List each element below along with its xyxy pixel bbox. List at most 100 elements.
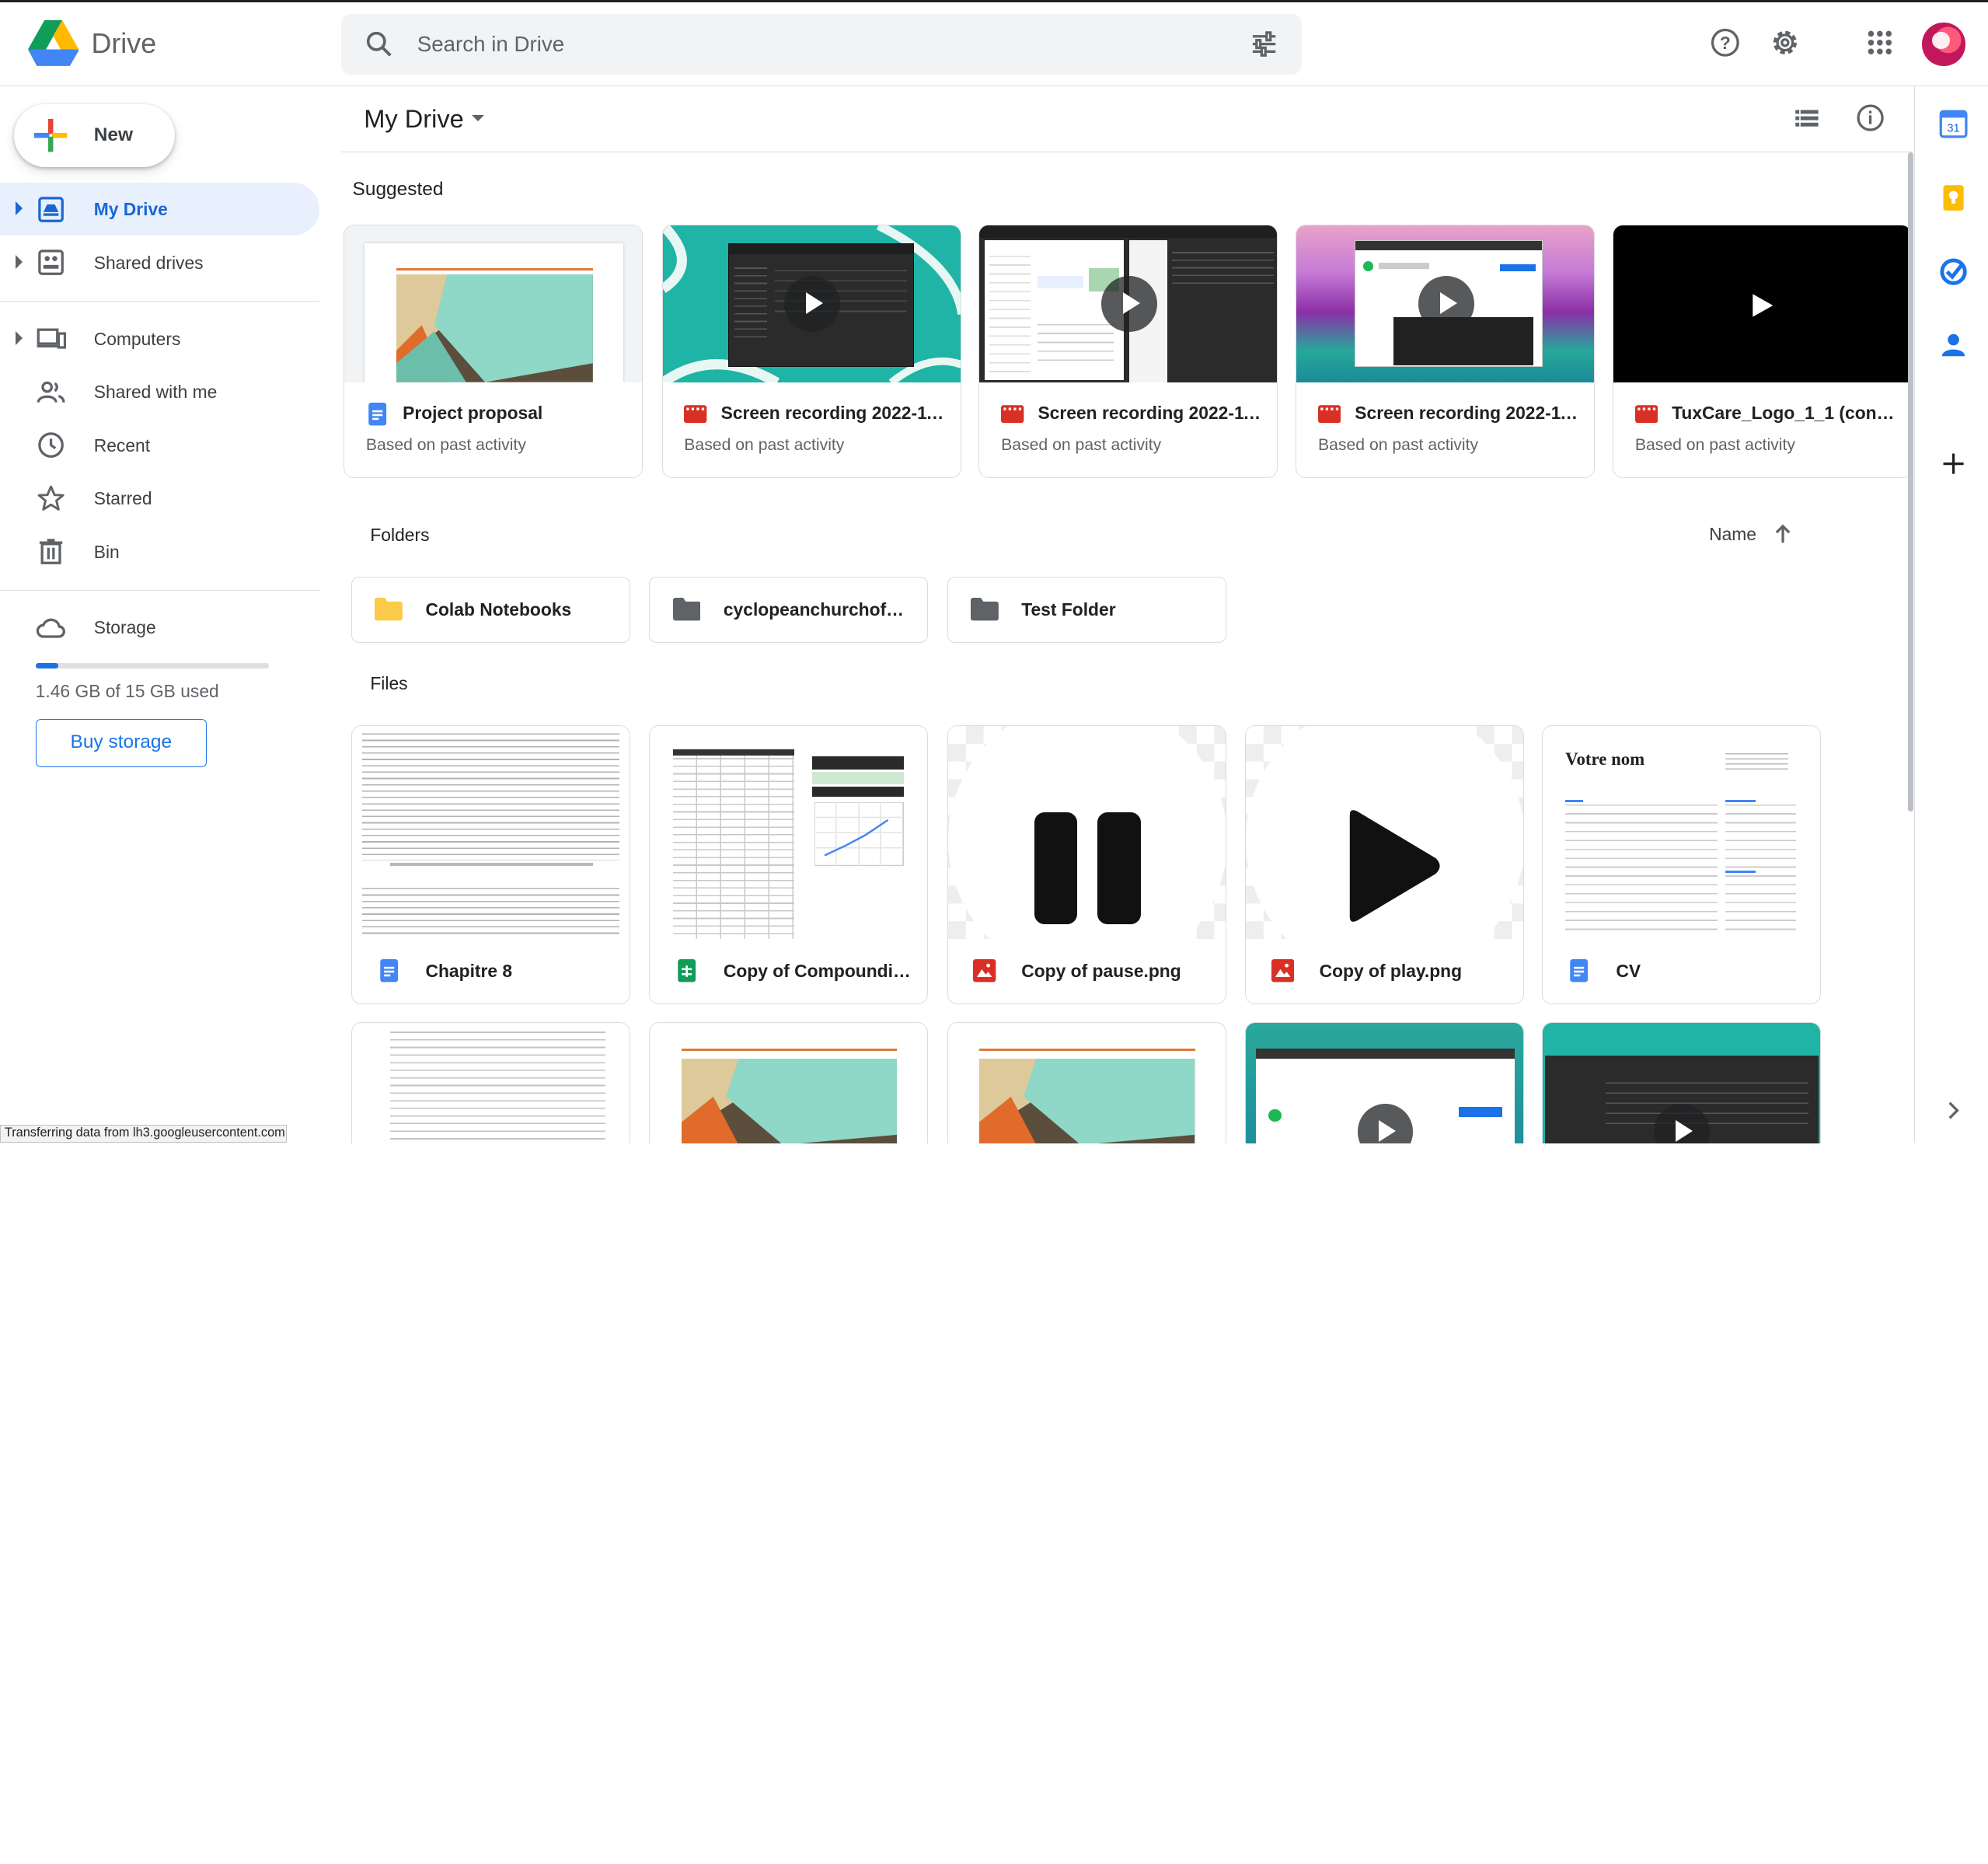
list-view-icon[interactable] xyxy=(1793,105,1821,133)
help-icon[interactable]: ? xyxy=(1707,25,1743,61)
folder-name: Test Folder xyxy=(1021,599,1116,620)
search-icon[interactable] xyxy=(364,29,394,59)
tasks-icon[interactable] xyxy=(1938,257,1969,287)
suggested-section-title: Suggested xyxy=(352,179,444,201)
file-thumbnail xyxy=(650,1023,927,1144)
sidebar-divider xyxy=(0,589,320,592)
folders-section-title: Folders xyxy=(370,525,430,546)
folder-item[interactable]: cyclopeanchurchofpol... xyxy=(649,577,929,644)
video-file-icon xyxy=(684,405,707,424)
sidebar-item-label: Shared drives xyxy=(93,252,204,273)
expand-caret-icon[interactable] xyxy=(15,201,23,216)
file-name: Screen recording 2022-11... xyxy=(720,403,947,424)
trash-icon xyxy=(39,539,62,564)
search-bar[interactable]: Search in Drive xyxy=(340,13,1303,75)
folder-name: Colab Notebooks xyxy=(425,599,572,620)
settings-gear-icon[interactable] xyxy=(1767,25,1803,61)
sidebar-item-label: Bin xyxy=(93,541,120,562)
file-card[interactable]: Chapitre 8 xyxy=(351,725,630,1005)
file-thumbnail xyxy=(948,1023,1226,1144)
shared-drives-icon xyxy=(37,250,64,275)
sidebar-item-label: My Drive xyxy=(93,199,168,220)
account-avatar[interactable] xyxy=(1922,23,1965,66)
file-card[interactable] xyxy=(1541,1021,1821,1144)
sidebar-item-bin[interactable]: Bin xyxy=(0,525,319,578)
sidebar-item-recent[interactable]: Recent xyxy=(0,418,319,472)
suggested-card[interactable]: Screen recording 2022-11... Based on pas… xyxy=(978,224,1278,479)
file-thumbnail xyxy=(650,726,927,940)
expand-caret-icon[interactable] xyxy=(15,254,23,269)
sidebar-divider xyxy=(0,300,320,302)
suggestion-reason: Based on past activity xyxy=(684,435,845,454)
keep-icon[interactable] xyxy=(1938,183,1969,213)
video-thumbnail xyxy=(1246,1022,1523,1144)
storage-used-text: 1.46 GB of 15 GB used xyxy=(35,681,219,702)
apps-grid-icon[interactable] xyxy=(1862,25,1898,61)
file-thumbnail: Votre nom xyxy=(1543,726,1820,939)
calendar-date: 31 xyxy=(1947,123,1959,135)
sort-ascending-arrow-icon[interactable] xyxy=(1773,522,1793,545)
suggested-card[interactable]: Project proposal Based on past activity xyxy=(344,224,643,479)
video-thumbnail xyxy=(1542,1022,1820,1144)
folder-item[interactable]: Colab Notebooks xyxy=(351,577,630,644)
file-card[interactable] xyxy=(1245,1021,1524,1144)
sidebar-item-shared-drives[interactable]: Shared drives xyxy=(0,236,319,289)
chevron-right-icon[interactable] xyxy=(1938,1095,1969,1126)
google-sheets-icon xyxy=(678,959,696,983)
play-icon[interactable] xyxy=(1418,276,1474,332)
video-thumbnail xyxy=(979,225,1278,383)
play-icon[interactable] xyxy=(1750,291,1776,319)
app-title[interactable]: Drive xyxy=(91,28,156,60)
file-name: CV xyxy=(1616,960,1641,981)
play-icon[interactable] xyxy=(1101,276,1157,332)
image-file-icon xyxy=(973,959,996,983)
folder-icon xyxy=(375,598,403,621)
sidebar-item-label: Recent xyxy=(93,435,151,456)
main-scrollbar[interactable] xyxy=(1908,152,1913,812)
file-card[interactable] xyxy=(649,1021,929,1144)
play-icon[interactable] xyxy=(784,276,840,332)
file-name: TuxCare_Logo_1_1 (conve... xyxy=(1672,403,1898,424)
file-card[interactable]: Copy of Compounding... xyxy=(649,725,929,1005)
video-file-icon xyxy=(1001,405,1024,424)
file-name: Copy of play.png xyxy=(1319,960,1463,981)
suggested-card[interactable]: TuxCare_Logo_1_1 (conve... Based on past… xyxy=(1613,224,1913,479)
search-input[interactable]: Search in Drive xyxy=(417,32,564,57)
file-card[interactable]: Copy of pause.png xyxy=(947,725,1226,1005)
svg-text:?: ? xyxy=(1720,33,1731,53)
sort-by-name[interactable]: Name xyxy=(1709,524,1756,545)
star-icon xyxy=(37,485,65,511)
search-options-icon[interactable] xyxy=(1249,29,1279,59)
shared-with-me-icon xyxy=(37,381,65,403)
calendar-icon[interactable]: 31 xyxy=(1938,109,1969,139)
main-header: My Drive xyxy=(340,86,1913,152)
image-file-icon xyxy=(1271,959,1294,983)
sidebar-item-storage[interactable]: Storage xyxy=(0,601,319,654)
sidebar-item-my-drive[interactable]: My Drive xyxy=(0,182,320,236)
suggestion-reason: Based on past activity xyxy=(365,435,526,454)
drive-logo-icon[interactable] xyxy=(27,19,79,66)
file-card[interactable] xyxy=(351,1021,630,1144)
browser-status-text: Transferring data from lh3.googleusercon… xyxy=(0,1125,287,1143)
suggested-card[interactable]: Screen recording 2022-11... Based on pas… xyxy=(1296,224,1596,479)
suggested-card[interactable]: Screen recording 2022-11... Based on pas… xyxy=(661,224,961,479)
file-card[interactable] xyxy=(947,1021,1226,1144)
page-title[interactable]: My Drive xyxy=(364,104,464,134)
file-name: Screen recording 2022-11... xyxy=(1355,403,1581,424)
sidebar-item-starred[interactable]: Starred xyxy=(0,472,319,525)
new-button[interactable]: New xyxy=(13,103,176,168)
contacts-icon[interactable] xyxy=(1938,330,1969,360)
info-icon[interactable] xyxy=(1855,103,1885,133)
sidebar-item-shared-with-me[interactable]: Shared with me xyxy=(0,365,319,419)
add-addon-plus-icon[interactable] xyxy=(1938,449,1969,479)
chevron-down-icon[interactable] xyxy=(471,115,484,122)
storage-label: Storage xyxy=(93,617,156,638)
expand-caret-icon[interactable] xyxy=(15,330,23,345)
file-card[interactable]: Votre nom CV xyxy=(1541,725,1821,1005)
file-card[interactable]: Copy of play.png xyxy=(1245,725,1524,1005)
buy-storage-button[interactable]: Buy storage xyxy=(35,718,207,767)
folder-item[interactable]: Test Folder xyxy=(947,577,1226,644)
sidebar-item-computers[interactable]: Computers xyxy=(0,312,319,365)
file-name: Copy of pause.png xyxy=(1021,960,1181,981)
file-name: Project proposal xyxy=(403,403,543,424)
